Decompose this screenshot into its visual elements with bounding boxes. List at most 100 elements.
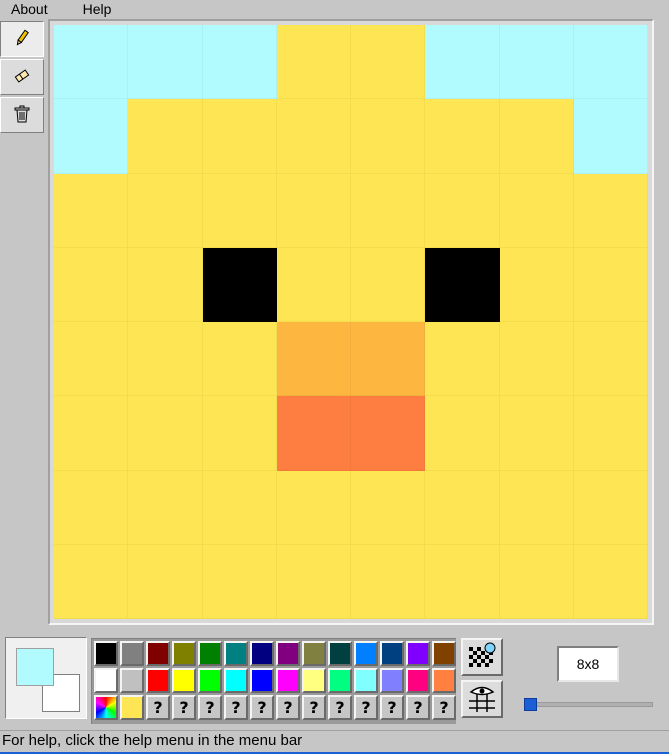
canvas-pixel[interactable]	[499, 173, 574, 248]
canvas-pixel[interactable]	[54, 396, 129, 471]
canvas-pixel[interactable]	[351, 544, 426, 619]
palette-color-swatch[interactable]	[250, 641, 274, 666]
canvas-pixel[interactable]	[351, 173, 426, 248]
canvas-pixel[interactable]	[573, 470, 648, 545]
canvas-pixel[interactable]	[499, 25, 574, 100]
canvas-pixel[interactable]	[573, 544, 648, 619]
canvas-pixel[interactable]	[54, 25, 129, 100]
palette-color-swatch[interactable]	[224, 668, 248, 693]
canvas-pixel[interactable]	[202, 25, 277, 100]
palette-color-swatch[interactable]	[120, 695, 144, 720]
canvas-pixel[interactable]	[128, 247, 203, 322]
clear-button[interactable]	[0, 97, 44, 133]
pattern-button[interactable]	[461, 638, 503, 676]
empty-color-slot[interactable]: ?	[354, 695, 378, 720]
palette-color-swatch[interactable]	[198, 641, 222, 666]
palette-color-swatch[interactable]	[354, 641, 378, 666]
canvas-pixel[interactable]	[573, 322, 648, 397]
empty-color-slot[interactable]: ?	[380, 695, 404, 720]
empty-color-slot[interactable]: ?	[432, 695, 456, 720]
canvas-pixel[interactable]	[351, 470, 426, 545]
canvas-pixel[interactable]	[54, 247, 129, 322]
canvas-pixel[interactable]	[128, 322, 203, 397]
canvas-pixel[interactable]	[54, 470, 129, 545]
canvas-pixel[interactable]	[202, 99, 277, 174]
canvas-pixel[interactable]	[425, 173, 500, 248]
menu-help[interactable]: Help	[72, 0, 124, 18]
canvas-pixel[interactable]	[425, 322, 500, 397]
zoom-slider-track[interactable]	[524, 702, 653, 707]
canvas-pixel[interactable]	[54, 544, 129, 619]
palette-color-swatch[interactable]	[406, 641, 430, 666]
canvas-pixel[interactable]	[276, 544, 351, 619]
canvas-pixel[interactable]	[202, 247, 277, 322]
canvas-pixel[interactable]	[573, 247, 648, 322]
palette-color-swatch[interactable]	[120, 641, 144, 666]
canvas-pixel[interactable]	[573, 173, 648, 248]
zoom-slider-thumb[interactable]	[524, 698, 537, 711]
canvas-pixel[interactable]	[499, 322, 574, 397]
palette-color-swatch[interactable]	[172, 641, 196, 666]
palette-color-swatch[interactable]	[276, 668, 300, 693]
menu-about[interactable]: About	[0, 0, 72, 18]
pencil-tool-button[interactable]	[0, 21, 44, 57]
palette-color-swatch[interactable]	[328, 668, 352, 693]
canvas-pixel[interactable]	[202, 544, 277, 619]
canvas-pixel[interactable]	[202, 396, 277, 471]
palette-color-swatch[interactable]	[172, 668, 196, 693]
canvas-pixel[interactable]	[202, 322, 277, 397]
empty-color-slot[interactable]: ?	[328, 695, 352, 720]
canvas-pixel[interactable]	[499, 470, 574, 545]
canvas-pixel[interactable]	[128, 396, 203, 471]
palette-color-swatch[interactable]	[146, 641, 170, 666]
palette-color-swatch[interactable]	[380, 668, 404, 693]
canvas-pixel[interactable]	[425, 544, 500, 619]
pixel-canvas[interactable]	[54, 25, 648, 619]
palette-color-swatch[interactable]	[276, 641, 300, 666]
palette-color-swatch[interactable]	[120, 668, 144, 693]
palette-color-swatch[interactable]	[354, 668, 378, 693]
empty-color-slot[interactable]: ?	[276, 695, 300, 720]
canvas-pixel[interactable]	[128, 99, 203, 174]
canvas-pixel[interactable]	[276, 247, 351, 322]
canvas-pixel[interactable]	[128, 544, 203, 619]
canvas-pixel[interactable]	[276, 322, 351, 397]
empty-color-slot[interactable]: ?	[250, 695, 274, 720]
empty-color-slot[interactable]: ?	[302, 695, 326, 720]
canvas-pixel[interactable]	[54, 99, 129, 174]
palette-color-swatch[interactable]	[94, 668, 118, 693]
canvas-pixel[interactable]	[351, 396, 426, 471]
eraser-tool-button[interactable]	[0, 59, 44, 95]
canvas-pixel[interactable]	[128, 470, 203, 545]
palette-color-swatch[interactable]	[146, 668, 170, 693]
palette-color-swatch[interactable]	[94, 641, 118, 666]
canvas-pixel[interactable]	[499, 99, 574, 174]
palette-color-swatch[interactable]	[380, 641, 404, 666]
canvas-pixel[interactable]	[425, 396, 500, 471]
canvas-pixel[interactable]	[425, 247, 500, 322]
canvas-pixel[interactable]	[128, 173, 203, 248]
palette-color-swatch[interactable]	[198, 668, 222, 693]
foreground-color-swatch[interactable]	[16, 648, 54, 686]
canvas-pixel[interactable]	[499, 396, 574, 471]
custom-color-picker-swatch[interactable]	[94, 695, 118, 720]
canvas-pixel[interactable]	[128, 25, 203, 100]
canvas-pixel[interactable]	[54, 173, 129, 248]
canvas-pixel[interactable]	[202, 173, 277, 248]
palette-color-swatch[interactable]	[224, 641, 248, 666]
palette-color-swatch[interactable]	[250, 668, 274, 693]
canvas-pixel[interactable]	[499, 544, 574, 619]
canvas-pixel[interactable]	[276, 396, 351, 471]
empty-color-slot[interactable]: ?	[406, 695, 430, 720]
canvas-pixel[interactable]	[425, 99, 500, 174]
palette-color-swatch[interactable]	[302, 641, 326, 666]
palette-color-swatch[interactable]	[432, 668, 456, 693]
palette-color-swatch[interactable]	[406, 668, 430, 693]
palette-color-swatch[interactable]	[432, 641, 456, 666]
palette-color-swatch[interactable]	[302, 668, 326, 693]
canvas-pixel[interactable]	[573, 99, 648, 174]
canvas-pixel[interactable]	[276, 25, 351, 100]
palette-color-swatch[interactable]	[328, 641, 352, 666]
canvas-pixel[interactable]	[351, 99, 426, 174]
canvas-pixel[interactable]	[351, 322, 426, 397]
